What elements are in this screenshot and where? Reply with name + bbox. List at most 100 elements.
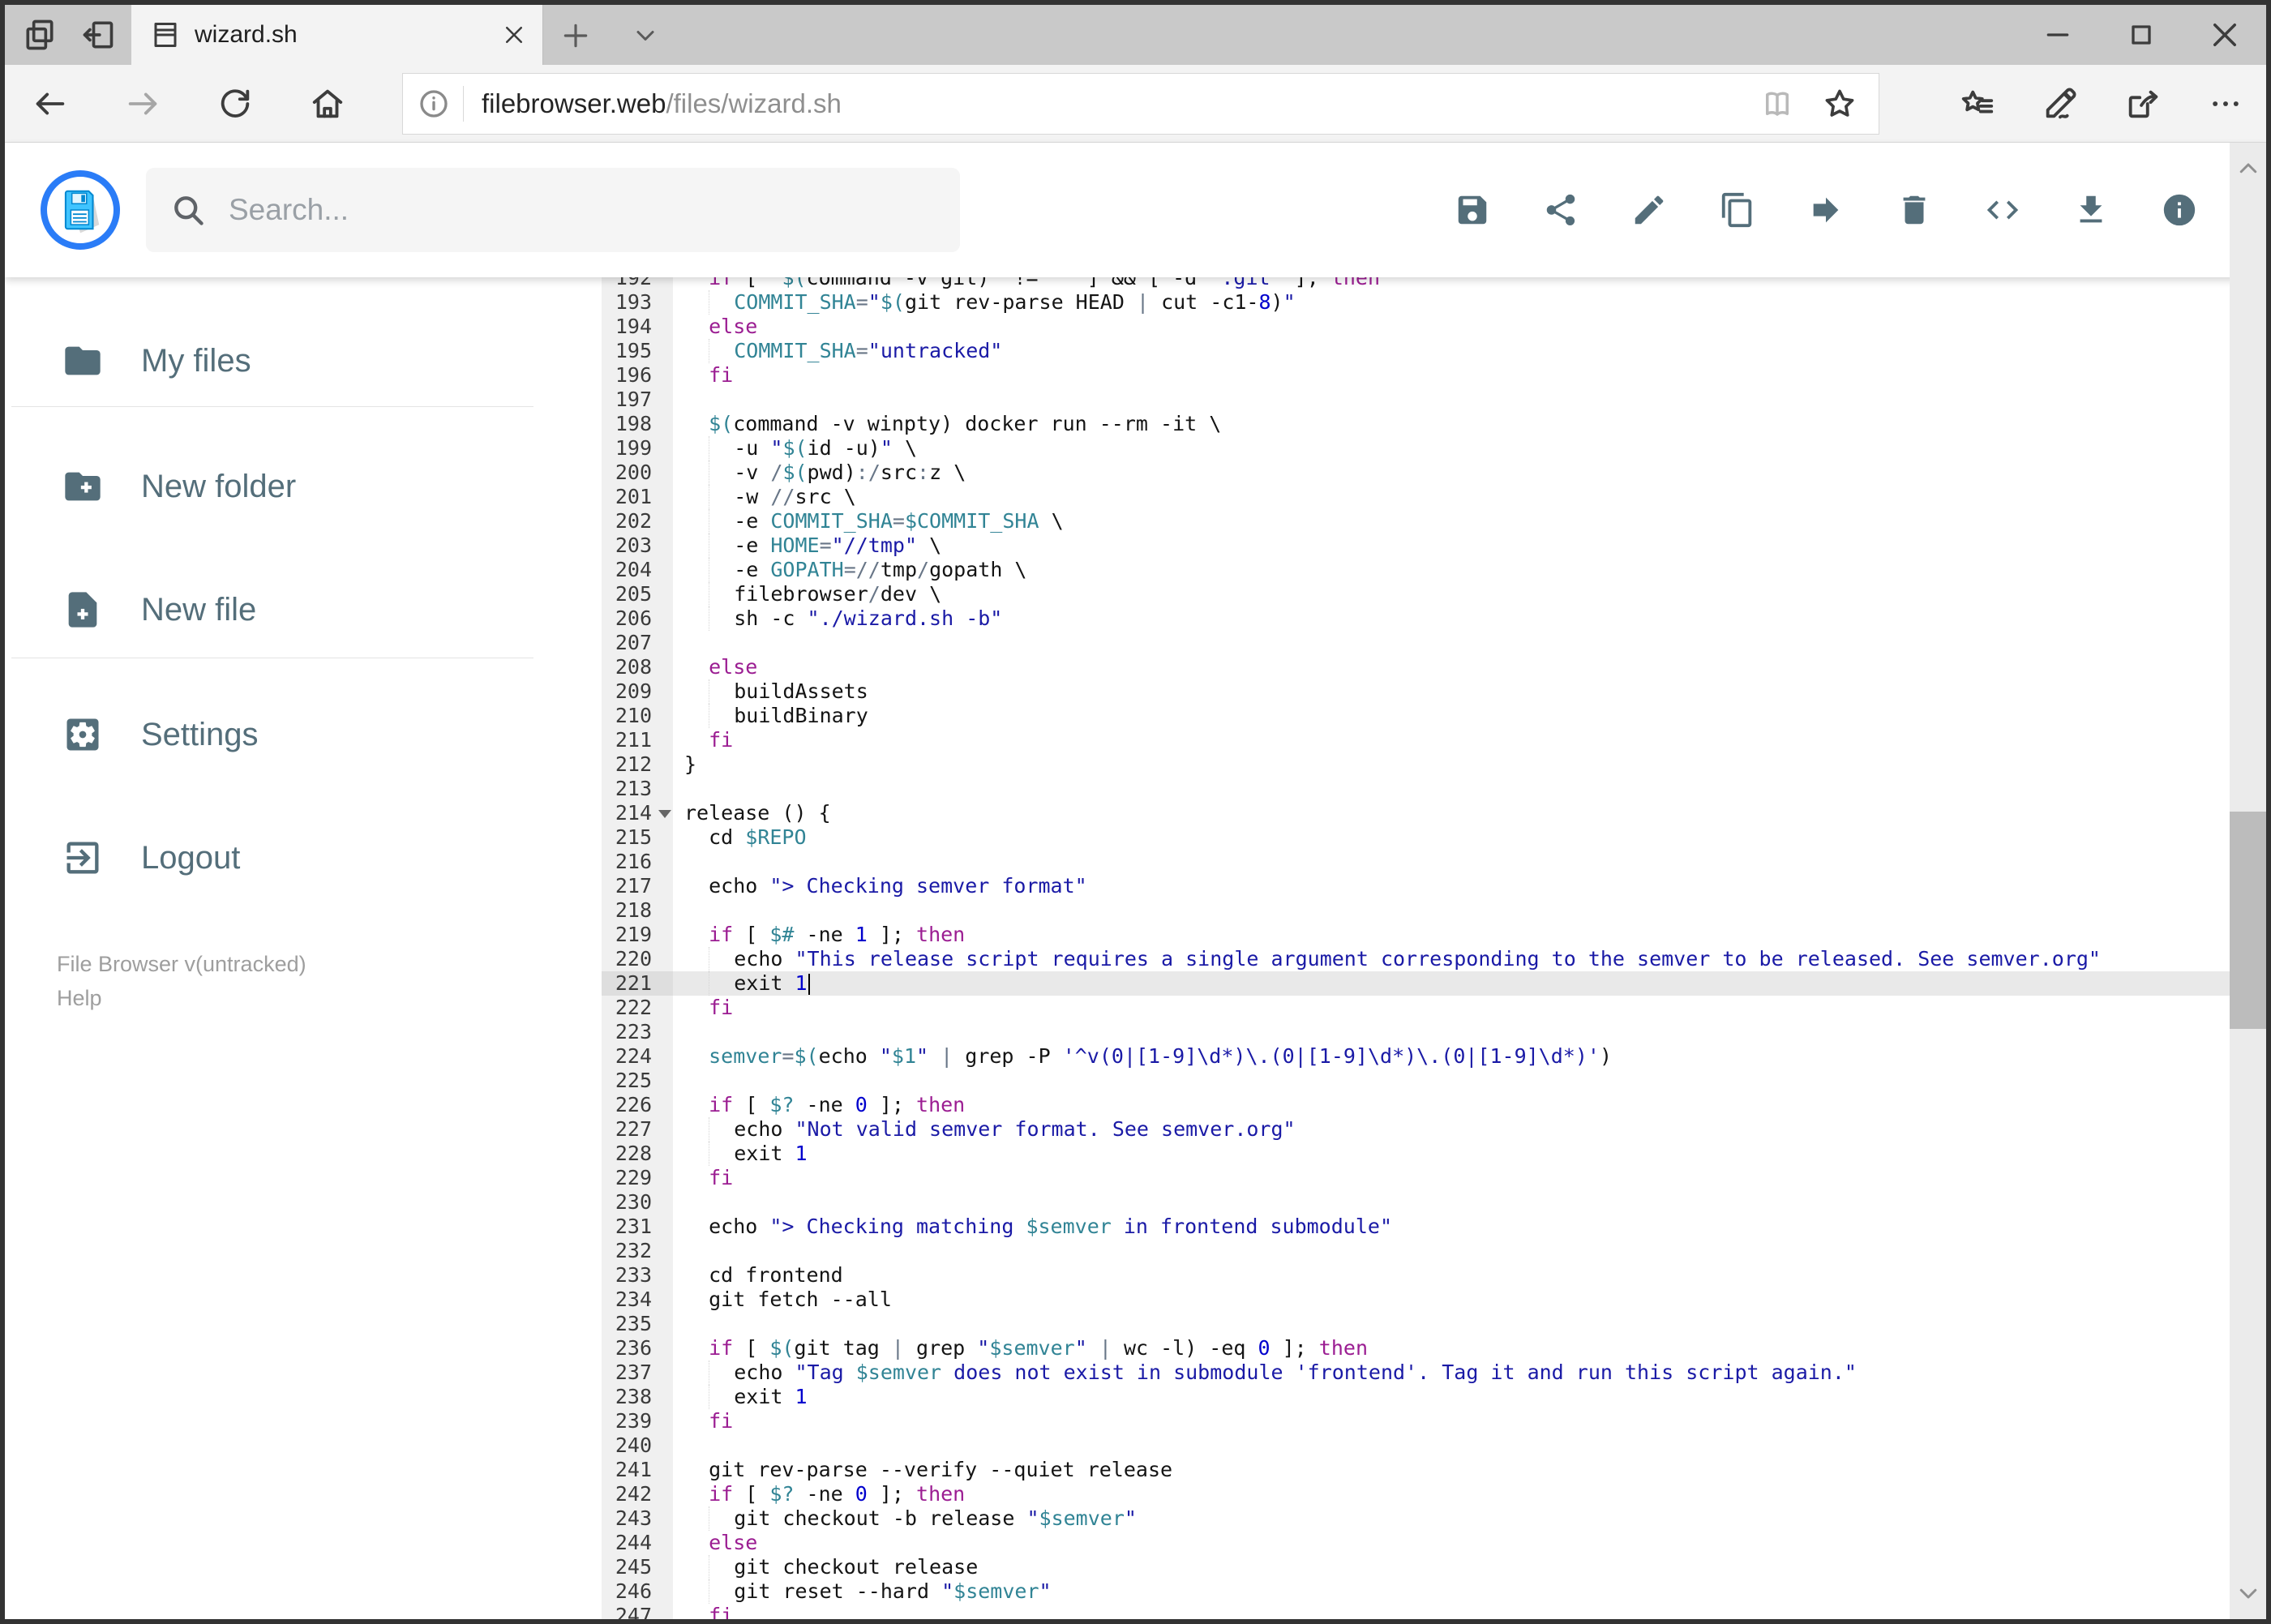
code-line[interactable]: 213 [602, 777, 2230, 801]
code-line[interactable]: 223 [602, 1020, 2230, 1044]
line-number[interactable]: 220 [602, 947, 673, 971]
code-line[interactable]: 239 fi [602, 1409, 2230, 1433]
line-number[interactable]: 192 [602, 277, 673, 290]
code-line[interactable]: 221 exit 1 [602, 971, 2230, 996]
code-line[interactable]: 225 [602, 1069, 2230, 1093]
search-box[interactable] [146, 168, 960, 252]
line-number[interactable]: 193 [602, 290, 673, 315]
set-tabs-aside-button[interactable] [75, 11, 122, 58]
scroll-down-button[interactable] [2230, 1569, 2266, 1618]
line-number[interactable]: 240 [602, 1433, 673, 1458]
back-button[interactable] [28, 81, 73, 126]
code-line[interactable]: 215 cd $REPO [602, 825, 2230, 850]
code-line[interactable]: 200 -v /$(pwd):/src:z \ [602, 461, 2230, 485]
page-scrollbar[interactable] [2230, 143, 2266, 1619]
line-number[interactable]: 232 [602, 1239, 673, 1263]
code-line[interactable]: 241 git rev-parse --verify --quiet relea… [602, 1458, 2230, 1482]
move-button[interactable] [1807, 191, 1845, 229]
line-number[interactable]: 200 [602, 461, 673, 485]
copy-button[interactable] [1719, 191, 1756, 229]
web-note-button[interactable] [2037, 81, 2083, 126]
code-line[interactable]: 199 -u "$(id -u)" \ [602, 436, 2230, 461]
line-number[interactable]: 203 [602, 533, 673, 558]
code-line[interactable]: 227 echo "Not valid semver format. See s… [602, 1117, 2230, 1142]
line-number[interactable]: 228 [602, 1142, 673, 1166]
line-number[interactable]: 218 [602, 898, 673, 923]
home-button[interactable] [305, 81, 350, 126]
code-line[interactable]: 220 echo "This release script requires a… [602, 947, 2230, 971]
fold-arrow-icon[interactable] [658, 810, 671, 818]
code-line[interactable]: 244 else [602, 1531, 2230, 1555]
line-number[interactable]: 230 [602, 1190, 673, 1215]
raw-code-button[interactable] [1984, 191, 2021, 229]
line-number[interactable]: 205 [602, 582, 673, 606]
line-number[interactable]: 202 [602, 509, 673, 533]
scrollbar-thumb[interactable] [2230, 812, 2266, 1029]
code-line[interactable]: 196 fi [602, 363, 2230, 388]
code-line[interactable]: 245 git checkout release [602, 1555, 2230, 1579]
app-logo[interactable] [41, 170, 120, 250]
code-line[interactable]: 219 if [ $# -ne 1 ]; then [602, 923, 2230, 947]
code-line[interactable]: 235 [602, 1312, 2230, 1336]
code-line[interactable]: 226 if [ $? -ne 0 ]; then [602, 1093, 2230, 1117]
download-button[interactable] [2072, 191, 2110, 229]
line-number[interactable]: 234 [602, 1288, 673, 1312]
line-number[interactable]: 222 [602, 996, 673, 1020]
code-line[interactable]: 246 git reset --hard "$semver" [602, 1579, 2230, 1604]
code-line[interactable]: 231 echo "> Checking matching $semver in… [602, 1215, 2230, 1239]
line-number[interactable]: 198 [602, 412, 673, 436]
tab-preview-button[interactable] [16, 11, 63, 58]
line-number[interactable]: 245 [602, 1555, 673, 1579]
sidebar-item-logout[interactable]: Logout [5, 813, 572, 902]
code-line[interactable]: 198 $(command -v winpty) docker run --rm… [602, 412, 2230, 436]
minimize-button[interactable] [2016, 5, 2099, 65]
line-number[interactable]: 213 [602, 777, 673, 801]
code-line[interactable]: 238 exit 1 [602, 1385, 2230, 1409]
line-number[interactable]: 204 [602, 558, 673, 582]
line-number[interactable]: 239 [602, 1409, 673, 1433]
line-number[interactable]: 229 [602, 1166, 673, 1190]
code-line[interactable]: 222 fi [602, 996, 2230, 1020]
code-line[interactable]: 243 git checkout -b release "$semver" [602, 1506, 2230, 1531]
maximize-button[interactable] [2099, 5, 2183, 65]
scroll-up-button[interactable] [2230, 144, 2266, 193]
code-line[interactable]: 237 echo "Tag $semver does not exist in … [602, 1360, 2230, 1385]
share-page-button[interactable] [2120, 81, 2166, 126]
code-line[interactable]: 240 [602, 1433, 2230, 1458]
line-number[interactable]: 212 [602, 752, 673, 777]
code-editor[interactable]: 192 if [ "$(command -v git)" != "" ] && … [602, 277, 2230, 1619]
help-link[interactable]: Help [57, 986, 102, 1011]
line-number[interactable]: 247 [602, 1604, 673, 1619]
code-line[interactable]: 228 exit 1 [602, 1142, 2230, 1166]
line-number[interactable]: 223 [602, 1020, 673, 1044]
line-number[interactable]: 201 [602, 485, 673, 509]
code-line[interactable]: 229 fi [602, 1166, 2230, 1190]
code-line[interactable]: 233 cd frontend [602, 1263, 2230, 1288]
code-line[interactable]: 232 [602, 1239, 2230, 1263]
code-line[interactable]: 247 fi [602, 1604, 2230, 1619]
line-number[interactable]: 246 [602, 1579, 673, 1604]
line-number[interactable]: 196 [602, 363, 673, 388]
line-number[interactable]: 194 [602, 315, 673, 339]
line-number[interactable]: 211 [602, 728, 673, 752]
line-number[interactable]: 216 [602, 850, 673, 874]
forward-button[interactable] [120, 81, 165, 126]
edit-button[interactable] [1630, 191, 1668, 229]
code-line[interactable]: 205 filebrowser/dev \ [602, 582, 2230, 606]
code-line[interactable]: 234 git fetch --all [602, 1288, 2230, 1312]
code-line[interactable]: 197 [602, 388, 2230, 412]
line-number[interactable]: 210 [602, 704, 673, 728]
line-number[interactable]: 197 [602, 388, 673, 412]
line-number[interactable]: 226 [602, 1093, 673, 1117]
sidebar-item-settings[interactable]: Settings [5, 690, 572, 779]
line-number[interactable]: 215 [602, 825, 673, 850]
code-line[interactable]: 203 -e HOME="//tmp" \ [602, 533, 2230, 558]
line-number[interactable]: 221 [602, 971, 673, 996]
line-number[interactable]: 243 [602, 1506, 673, 1531]
code-line[interactable]: 195 COMMIT_SHA="untracked" [602, 339, 2230, 363]
code-line[interactable]: 202 -e COMMIT_SHA=$COMMIT_SHA \ [602, 509, 2230, 533]
line-number[interactable]: 208 [602, 655, 673, 679]
sidebar-item-new-file[interactable]: New file [5, 565, 572, 654]
new-tab-button[interactable] [553, 13, 598, 58]
refresh-button[interactable] [212, 81, 258, 126]
